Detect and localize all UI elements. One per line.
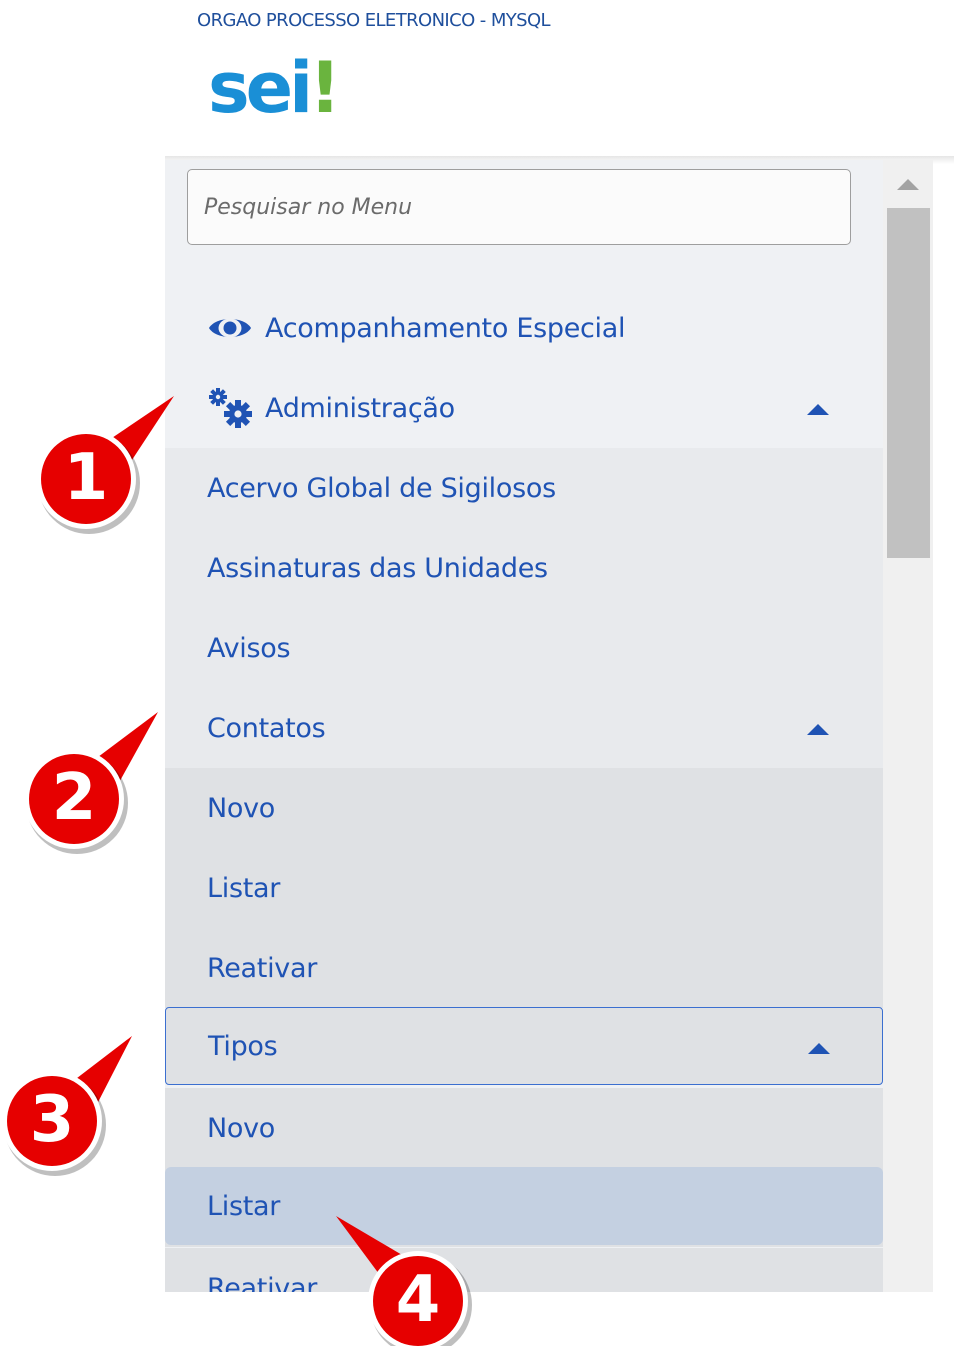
scrollbar-thumb[interactable]	[887, 208, 930, 558]
menu-item-label: Listar	[207, 872, 281, 904]
callout-badge-3: 3	[0, 1036, 132, 1176]
logo-exclamation: !	[309, 47, 341, 129]
gears-icon	[207, 368, 255, 448]
caret-up-icon	[807, 724, 829, 735]
menu-item-tipos-listar[interactable]: Listar	[165, 1167, 883, 1245]
menu-item-label: Contatos	[207, 712, 326, 744]
menu-item-tipos-novo[interactable]: Novo	[165, 1088, 883, 1168]
org-title: ORGAO PROCESSO ELETRONICO - MYSQL	[197, 10, 551, 31]
menu-item-contatos-tipos[interactable]: Tipos	[165, 1007, 883, 1085]
callout-badge-1: 1	[34, 396, 174, 534]
caret-up-icon	[807, 404, 829, 415]
callout-number: 1	[63, 441, 109, 515]
menu-item-label: Acompanhamento Especial	[265, 312, 626, 344]
scroll-up-arrow-icon[interactable]	[897, 179, 919, 190]
callout-badge-2: 2	[22, 712, 158, 854]
menu-item-label: Administração	[265, 392, 455, 424]
sei-logo[interactable]: sei!	[208, 47, 341, 129]
menu-search-input[interactable]	[187, 169, 851, 245]
logo-text: sei	[208, 47, 313, 129]
callout-number: 2	[51, 761, 97, 835]
menu-item-acompanhamento-especial[interactable]: Acompanhamento Especial	[165, 288, 883, 368]
side-menu-panel: Acompanhamento Especial	[165, 160, 933, 1292]
menu-item-label: Novo	[207, 792, 276, 824]
menu-item-administracao[interactable]: Administração	[165, 368, 883, 448]
menu-item-contatos[interactable]: Contatos	[165, 688, 883, 768]
menu-item-label: Reativar	[207, 952, 318, 984]
menu-item-assinaturas-das-unidades[interactable]: Assinaturas das Unidades	[165, 528, 883, 608]
menu-item-label: Tipos	[208, 1030, 278, 1062]
menu-item-label: Listar	[207, 1190, 281, 1222]
menu-item-contatos-listar[interactable]: Listar	[165, 848, 883, 928]
menu-item-label: Reativar	[207, 1272, 318, 1293]
callout-number: 4	[395, 1263, 441, 1337]
menu-item-contatos-reativar[interactable]: Reativar	[165, 928, 883, 1008]
menu-item-label: Assinaturas das Unidades	[207, 552, 548, 584]
menu-item-acervo-global-de-sigilosos[interactable]: Acervo Global de Sigilosos	[165, 448, 883, 528]
menu-item-label: Avisos	[207, 632, 291, 664]
eye-icon	[207, 288, 255, 368]
callout-number: 3	[29, 1083, 75, 1157]
menu-item-contatos-novo[interactable]: Novo	[165, 768, 883, 848]
menu-item-tipos-reativar[interactable]: Reativar	[165, 1248, 883, 1292]
callout-badge-4: 4	[336, 1216, 472, 1346]
menu-item-label: Acervo Global de Sigilosos	[207, 472, 556, 504]
caret-up-icon	[808, 1043, 830, 1054]
menu-item-label: Novo	[207, 1112, 276, 1144]
menu-item-avisos[interactable]: Avisos	[165, 608, 883, 688]
